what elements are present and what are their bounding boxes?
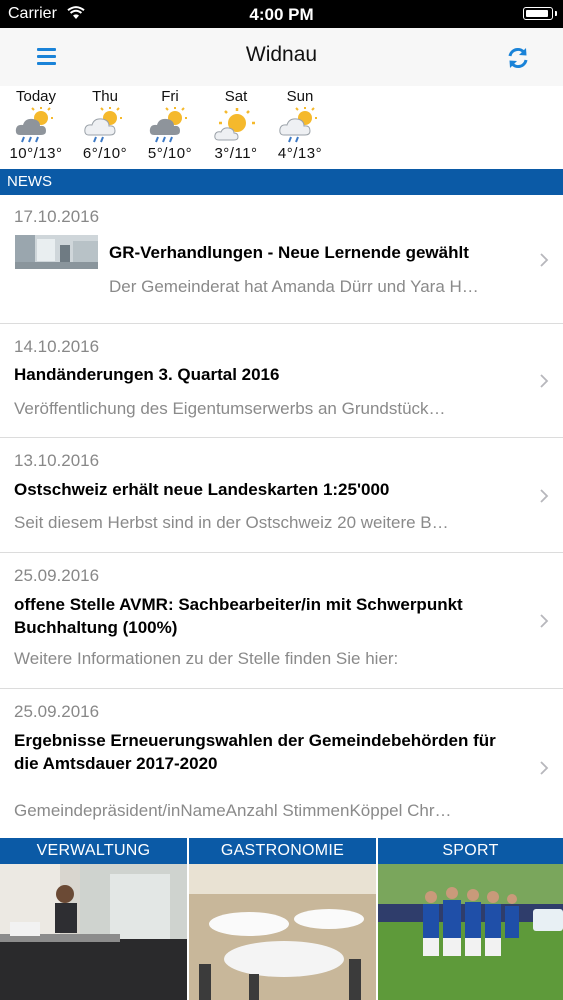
weather-day: Sun 4°/13°: [268, 88, 332, 162]
news-date: 17.10.2016: [14, 207, 100, 226]
news-teaser: Weitere Informationen zu der Stelle find…: [14, 649, 399, 668]
news-title: offene Stelle AVMR: Sachbearbeiter/in mi…: [14, 595, 463, 637]
battery-icon: [523, 7, 557, 20]
news-date: 25.09.2016: [14, 702, 100, 721]
news-list-item[interactable]: 14.10.2016 Handänderungen 3. Quartal 201…: [0, 324, 563, 438]
weather-temp: 6°/10°: [82, 145, 128, 162]
news-list-item[interactable]: 25.09.2016 Ergebnisse Erneuerungswahlen …: [0, 689, 563, 840]
news-title: GR-Verhandlungen - Neue Lernende gewählt: [109, 243, 469, 262]
weather-temp: 4°/13°: [277, 145, 323, 162]
navigation-bar: Widnau: [0, 28, 563, 86]
news-title: Ostschweiz erhält neue Landeskarten 1:25…: [14, 480, 390, 499]
weather-day-label: Sat: [224, 88, 248, 105]
tile-gastronomie[interactable]: GASTRONOMIE: [189, 838, 376, 1000]
news-list: 17.10.2016 GR-Verhandlungen - Neue Lerne…: [0, 195, 563, 840]
tile-sport[interactable]: SPORT: [378, 838, 563, 1000]
weather-day-label: Fri: [161, 88, 179, 105]
news-title: Handänderungen 3. Quartal 2016: [14, 365, 280, 384]
cloud-sun-rain-icon: [279, 107, 317, 143]
weather-day: Fri 5°/10°: [138, 88, 202, 162]
cloud-sun-rain-icon: [15, 107, 53, 143]
weather-day-label: Sun: [286, 88, 314, 105]
news-date: 13.10.2016: [14, 451, 100, 470]
chevron-right-icon: [540, 489, 549, 503]
weather-forecast: Today 10°/13° Thu 6°/10° Fri 5°/10° Sat: [0, 86, 563, 168]
refresh-icon[interactable]: [505, 45, 531, 71]
weather-day: Thu 6°/10°: [73, 88, 137, 162]
chevron-right-icon: [540, 614, 549, 628]
chevron-right-icon: [540, 374, 549, 388]
cloud-sun-rain-icon: [149, 107, 187, 143]
tile-label: VERWALTUNG: [0, 838, 187, 864]
tile-label: GASTRONOMIE: [189, 838, 376, 864]
news-list-item[interactable]: 13.10.2016 Ostschweiz erhält neue Landes…: [0, 438, 563, 553]
news-list-item[interactable]: 17.10.2016 GR-Verhandlungen - Neue Lerne…: [0, 195, 563, 324]
weather-day-label: Thu: [92, 88, 118, 105]
gastronomie-photo: [189, 864, 376, 1000]
weather-temp: 5°/10°: [147, 145, 193, 162]
verwaltung-photo: [0, 864, 187, 1000]
weather-temp: 10°/13°: [9, 145, 63, 162]
sun-cloud-icon: [214, 108, 255, 141]
weather-temp: 3°/11°: [214, 145, 258, 162]
news-thumbnail: [15, 235, 98, 269]
news-teaser: Gemeindepräsident/inNameAnzahl StimmenKö…: [14, 801, 452, 820]
weather-day: Sat 3°/11°: [204, 88, 268, 162]
tile-label: SPORT: [378, 838, 563, 864]
chevron-right-icon: [540, 253, 549, 267]
sport-photo: [378, 864, 563, 1000]
clock: 4:00 PM: [249, 5, 314, 24]
weather-day-label: Today: [15, 88, 57, 105]
status-bar: Carrier 4:00 PM: [0, 0, 563, 28]
cloud-sun-rain-icon: [84, 107, 122, 143]
news-teaser: Seit diesem Herbst sind in der Ostschwei…: [14, 513, 449, 532]
news-section-header: NEWS: [0, 169, 563, 195]
chevron-right-icon: [540, 761, 549, 775]
category-tiles: VERWALTUNG GASTRONOMIE SPORT: [0, 838, 563, 1000]
tile-verwaltung[interactable]: VERWALTUNG: [0, 838, 187, 1000]
news-list-item[interactable]: 25.09.2016 offene Stelle AVMR: Sachbearb…: [0, 553, 563, 689]
news-title: Ergebnisse Erneuerungswahlen der Gemeind…: [14, 731, 496, 773]
weather-day: Today 10°/13°: [4, 88, 68, 162]
page-title: Widnau: [245, 43, 318, 66]
news-teaser: Veröffentlichung des Eigentumserwerbs an…: [14, 399, 446, 418]
news-date: 14.10.2016: [14, 337, 100, 356]
news-date: 25.09.2016: [14, 566, 100, 585]
news-teaser: Der Gemeinderat hat Amanda Dürr und Yara…: [109, 277, 479, 296]
